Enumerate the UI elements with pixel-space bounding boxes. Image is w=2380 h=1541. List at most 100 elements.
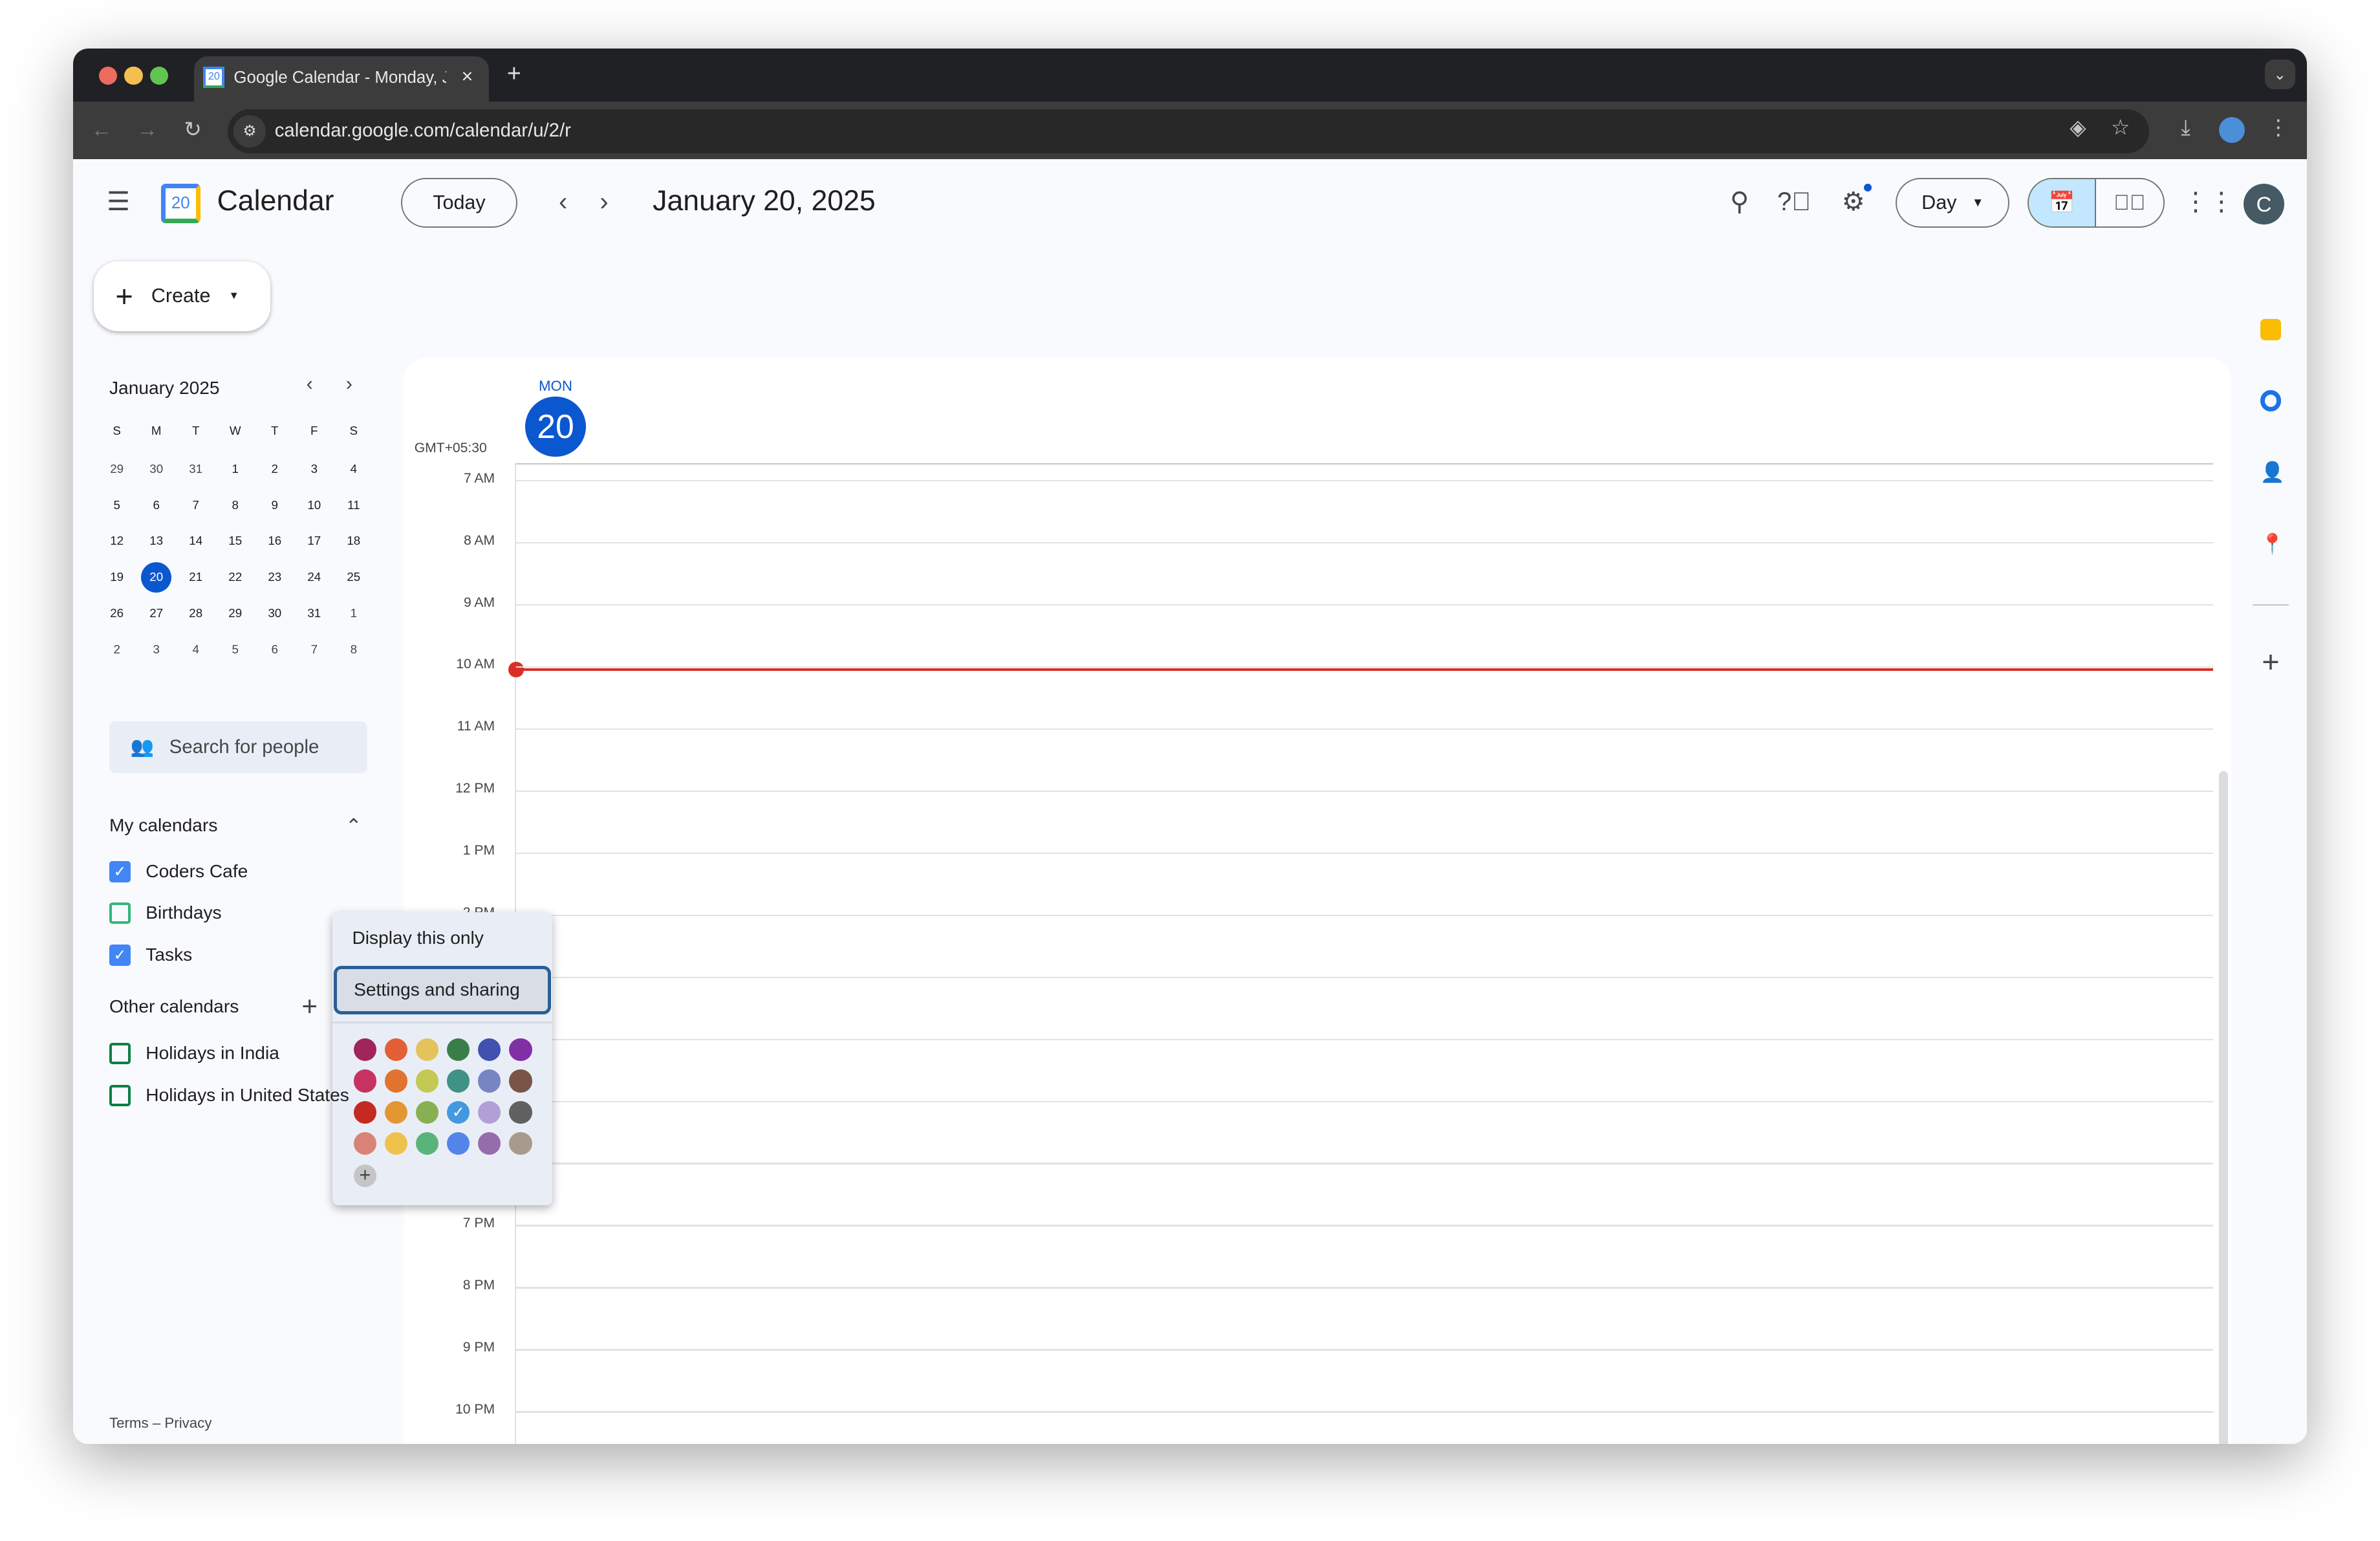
close-tab-icon[interactable]: × <box>461 65 473 88</box>
privacy-link[interactable]: Privacy <box>164 1415 211 1431</box>
mini-next-month-icon[interactable]: › <box>337 372 362 397</box>
color-swatch[interactable] <box>509 1100 532 1124</box>
mini-day[interactable]: 5 <box>97 490 136 521</box>
mini-day[interactable]: 30 <box>136 454 176 485</box>
tab-search-icon[interactable]: ⌄ <box>2264 59 2295 90</box>
mini-day[interactable]: 31 <box>294 598 334 629</box>
mini-day[interactable]: 6 <box>255 635 294 665</box>
hour-gridline[interactable] <box>515 976 2213 978</box>
color-swatch-selected[interactable]: ✓ <box>447 1100 470 1124</box>
mini-day[interactable]: 31 <box>176 454 215 485</box>
tasks-view-icon[interactable]: ✓⃝ <box>2096 179 2163 226</box>
hour-gridline[interactable] <box>515 1349 2213 1351</box>
mini-day[interactable]: 9 <box>255 490 294 521</box>
hour-gridline[interactable] <box>515 604 2213 606</box>
close-window-button[interactable] <box>98 67 117 85</box>
next-day-icon[interactable]: › <box>586 184 622 220</box>
mini-day[interactable]: 4 <box>176 635 215 665</box>
color-swatch[interactable] <box>478 1131 501 1155</box>
mini-day[interactable]: 1 <box>334 598 373 629</box>
color-swatch[interactable] <box>416 1069 439 1093</box>
mini-day[interactable]: 27 <box>136 598 176 629</box>
mini-day[interactable]: 2 <box>97 635 136 665</box>
color-swatch[interactable] <box>384 1038 408 1062</box>
keep-icon[interactable] <box>2260 318 2282 340</box>
mini-day[interactable]: 30 <box>255 598 294 629</box>
color-swatch[interactable] <box>384 1069 408 1093</box>
mini-day[interactable]: 14 <box>176 526 215 556</box>
terms-link[interactable]: Terms <box>109 1415 149 1431</box>
mini-day[interactable]: 29 <box>97 454 136 485</box>
my-calendars-heading[interactable]: My calendars <box>109 815 217 836</box>
show-side-panel-icon[interactable]: › <box>2253 1439 2289 1444</box>
custom-color-add-icon[interactable]: + <box>353 1164 376 1188</box>
mini-day[interactable]: 16 <box>255 526 294 556</box>
minimize-window-button[interactable] <box>124 67 143 85</box>
color-swatch[interactable] <box>447 1131 470 1155</box>
mini-day[interactable]: 12 <box>97 526 136 556</box>
mini-day[interactable]: 3 <box>294 454 334 485</box>
mini-day[interactable]: 4 <box>334 454 373 485</box>
add-other-calendar-icon[interactable]: + <box>292 989 328 1025</box>
mini-day[interactable]: 29 <box>215 598 255 629</box>
browser-tab[interactable]: 20 Google Calendar - Monday, Ja × <box>194 56 489 102</box>
checkbox-checked[interactable]: ✓ <box>109 944 131 966</box>
forward-icon[interactable]: → <box>134 117 161 142</box>
hour-gridline[interactable] <box>515 1100 2213 1102</box>
mini-day[interactable]: 1 <box>215 454 255 485</box>
search-people-input[interactable]: 👥 Search for people <box>109 721 367 773</box>
hour-gridline[interactable] <box>515 541 2213 543</box>
account-avatar[interactable]: C <box>2243 183 2285 225</box>
mini-day[interactable]: 11 <box>334 490 373 521</box>
hour-gridline[interactable] <box>515 852 2213 854</box>
color-swatch[interactable] <box>384 1131 408 1155</box>
collapse-chevron-icon[interactable]: ⌃ <box>336 808 372 844</box>
color-swatch[interactable] <box>384 1100 408 1124</box>
mini-day[interactable]: 10 <box>294 490 334 521</box>
search-icon[interactable]: ⚲ <box>1721 184 1757 220</box>
hour-gridline[interactable] <box>515 1411 2213 1413</box>
mini-day[interactable]: 18 <box>334 526 373 556</box>
hour-gridline[interactable] <box>515 914 2213 916</box>
color-swatch[interactable] <box>416 1131 439 1155</box>
color-swatch[interactable] <box>447 1069 470 1093</box>
reload-icon[interactable]: ↻ <box>179 117 206 142</box>
maps-icon[interactable]: 📍 <box>2260 533 2285 555</box>
color-swatch[interactable] <box>478 1038 501 1062</box>
view-selector-button[interactable]: Day ▼ <box>1896 177 2010 228</box>
color-swatch[interactable] <box>447 1038 470 1062</box>
color-swatch[interactable] <box>353 1038 376 1062</box>
mini-day[interactable]: 22 <box>215 562 255 593</box>
color-swatch[interactable] <box>478 1100 501 1124</box>
calendar-list-item[interactable]: ✓ Tasks <box>109 941 337 972</box>
other-calendars-heading[interactable]: Other calendars <box>109 996 239 1017</box>
day-number[interactable]: 20 <box>525 396 586 457</box>
mini-day[interactable]: 8 <box>334 635 373 665</box>
mini-day[interactable]: 26 <box>97 598 136 629</box>
color-swatch[interactable] <box>353 1069 376 1093</box>
browser-menu-icon[interactable]: ⋮ <box>2265 115 2292 140</box>
color-swatch[interactable] <box>353 1131 376 1155</box>
mini-day[interactable]: 24 <box>294 562 334 593</box>
mini-prev-month-icon[interactable]: ‹ <box>298 372 322 397</box>
hour-gridline[interactable] <box>515 1163 2213 1164</box>
calendar-list-item[interactable]: Birthdays <box>109 900 337 930</box>
contacts-icon[interactable]: 👤 <box>2260 461 2285 483</box>
mini-day[interactable]: 15 <box>215 526 255 556</box>
checkbox-unchecked[interactable] <box>109 1043 131 1065</box>
mini-day[interactable]: 2 <box>255 454 294 485</box>
hour-gridline[interactable] <box>515 666 2213 668</box>
mini-day[interactable]: 7 <box>294 635 334 665</box>
menu-item-display-this-only[interactable]: Display this only <box>352 928 483 948</box>
color-swatch[interactable] <box>509 1131 532 1155</box>
hour-gridline[interactable] <box>515 1038 2213 1040</box>
bookmark-star-icon[interactable]: ☆ <box>2107 115 2134 140</box>
mini-day[interactable]: 8 <box>215 490 255 521</box>
lens-icon[interactable]: ◈ <box>2064 115 2092 140</box>
color-swatch[interactable] <box>416 1038 439 1062</box>
mini-day[interactable]: 19 <box>97 562 136 593</box>
mini-day[interactable]: 21 <box>176 562 215 593</box>
calendar-list-item[interactable]: Holidays in United States <box>109 1082 349 1112</box>
hour-gridline[interactable] <box>515 790 2213 792</box>
create-button[interactable]: + Create ▼ <box>94 261 270 331</box>
